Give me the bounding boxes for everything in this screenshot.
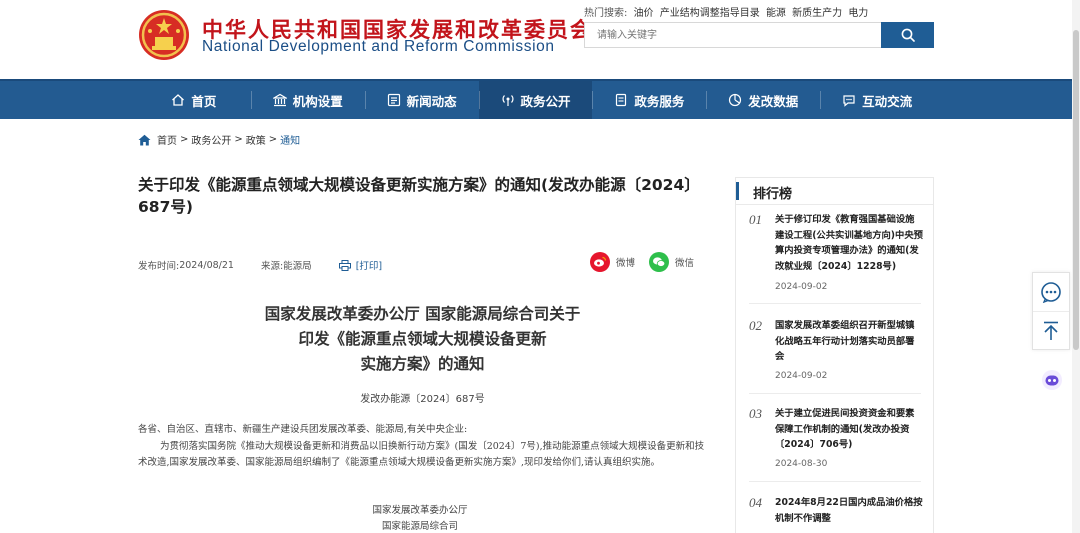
article-title: 关于印发《能源重点领域大规模设备更新实施方案》的通知(发改办能源〔2024〕68…	[138, 176, 700, 216]
nav-item-home[interactable]: 首页	[137, 81, 251, 119]
share-wechat-label: 微信	[675, 258, 695, 269]
site-header: 中华人民共和国国家发展和改革委员会 National Development a…	[0, 0, 1080, 79]
weibo-icon	[590, 252, 610, 272]
signature-ndrc: 国家发展改革委办公厅	[372, 505, 468, 516]
ranking-item-date: 2024-09-02	[775, 282, 828, 292]
ranking-number: 04	[749, 495, 762, 510]
ranking-panel: 排行榜 01 关于修订印发《教育强国基础设施建设工程(公共实训基地方向)中央预算…	[735, 177, 934, 533]
ranking-number: 02	[749, 318, 762, 333]
breadcrumb-separator: >	[234, 134, 243, 145]
recipients: 各省、自治区、直辖市、新疆生产建设兵团发展改革委、能源局,有关中央企业:	[138, 424, 468, 435]
signature-nea: 国家能源局综合司	[381, 521, 458, 532]
nav-item-label: 机构设置	[292, 93, 343, 109]
nav-item-label: 互动交流	[862, 93, 913, 109]
document-body: 各省、自治区、直辖市、新疆生产建设兵团发展改革委、能源局,有关中央企业: 为贯彻…	[138, 422, 710, 472]
nav-item-news[interactable]: 新闻动态	[364, 81, 479, 119]
nav-item-label: 首页	[191, 93, 217, 109]
hot-keyword[interactable]: 产业结构调整指导目录	[660, 8, 760, 19]
search-icon	[901, 28, 915, 42]
breadcrumb-current[interactable]: 通知	[280, 132, 300, 147]
national-emblem-icon[interactable]	[138, 9, 190, 61]
ranking-item-title[interactable]: 2024年8月22日国内成品油价格按机制不作调整	[775, 495, 923, 526]
document-icon	[616, 93, 627, 107]
article-meta: 发布时间: 2024/08/21 来源: 能源局 [打印]	[138, 258, 382, 272]
search-input[interactable]	[584, 22, 882, 48]
robot-assistant-icon[interactable]	[1041, 369, 1063, 391]
home-icon[interactable]	[138, 134, 151, 146]
printer-icon	[338, 259, 351, 271]
wechat-icon	[649, 252, 669, 272]
ranking-item-title[interactable]: 国家发展改革委组织召开新型城镇化战略五年行动计划落实动员部署会	[775, 318, 923, 365]
source-value: 能源局	[283, 261, 312, 272]
print-label: [打印]	[355, 261, 383, 272]
nav-item-government-affairs[interactable]: 政务公开	[478, 81, 593, 119]
ranking-item-title[interactable]: 关于建立促进民间投资资金和要素保障工作机制的通知(发改办投资〔2024〕706号…	[775, 406, 923, 453]
main-nav: 首页 机构设置 新闻动态 政务公开 政务服务 发改数据 互动交流	[0, 79, 1080, 119]
source-label: 来源:	[260, 261, 284, 272]
share-wechat-button[interactable]: 微信	[649, 252, 694, 272]
document-title-line: 国家发展改革委办公厅 国家能源局综合司关于	[264, 305, 581, 323]
nav-item-label: 政务服务	[634, 93, 685, 109]
breadcrumb-item[interactable]: 政务公开	[191, 132, 231, 147]
hot-keyword[interactable]: 电力	[848, 8, 868, 19]
breadcrumb: 首页 > 政务公开 > 政策 > 通知	[138, 132, 300, 147]
publish-date: 2024/08/21	[179, 259, 234, 271]
breadcrumb-separator: >	[180, 134, 189, 145]
nav-item-data[interactable]: 发改数据	[706, 81, 820, 119]
document-title: 国家发展改革委办公厅 国家能源局综合司关于 印发《能源重点领域大规模设备更新 实…	[140, 302, 705, 377]
breadcrumb-item[interactable]: 首页	[157, 132, 177, 147]
share-weibo-label: 微博	[616, 258, 636, 269]
floating-toolbar	[1032, 272, 1070, 350]
nav-item-services[interactable]: 政务服务	[592, 81, 706, 119]
broadcast-icon	[502, 95, 513, 106]
hot-keyword[interactable]: 油价	[634, 8, 654, 19]
publish-label: 发布时间:	[138, 261, 180, 272]
ranking-item-title[interactable]: 关于修订印发《教育强国基础设施建设工程(公共实训基地方向)中央预算内投资专项管理…	[775, 212, 923, 274]
ranking-item-date: 2024-08-30	[775, 459, 828, 469]
nav-item-organization[interactable]: 机构设置	[250, 81, 365, 119]
chat-icon	[843, 95, 855, 107]
search-button[interactable]	[881, 22, 934, 48]
nav-item-label: 发改数据	[748, 93, 799, 109]
scrollbar-thumb[interactable]	[1073, 30, 1079, 350]
chat-bubble-icon	[1041, 282, 1061, 303]
breadcrumb-separator: >	[268, 134, 278, 145]
breadcrumb-item[interactable]: 政策	[246, 132, 266, 147]
document-title-line: 实施方案》的通知	[360, 355, 485, 373]
body-paragraph: 为贯彻落实国务院《推动大规模设备更新和消费品以旧换新行动方案》(国发〔2024〕…	[138, 440, 705, 469]
building-icon	[272, 93, 287, 107]
site-name-en[interactable]: National Development and Reform Commissi…	[202, 38, 555, 56]
pie-chart-icon	[729, 93, 742, 107]
ranking-item-date: 2024-09-02	[775, 371, 828, 381]
print-button[interactable]: [打印]	[338, 258, 383, 272]
ranking-title: 排行榜	[753, 187, 793, 202]
ranking-number: 03	[749, 406, 762, 421]
chat-button[interactable]	[1033, 273, 1069, 311]
arrow-up-icon	[1044, 321, 1058, 340]
hot-keyword[interactable]: 新质生产力	[792, 8, 842, 19]
ranking-number: 01	[749, 212, 762, 227]
hot-search-label: 热门搜索:	[584, 8, 628, 19]
document-title-line: 印发《能源重点领域大规模设备更新	[298, 330, 547, 348]
page-scrollbar[interactable]	[1072, 0, 1080, 533]
share-weibo-button[interactable]: 微博	[590, 252, 635, 272]
hot-search: 热门搜索: 油价 产业结构调整指导目录 能源 新质生产力 电力	[584, 4, 871, 19]
nav-item-interaction[interactable]: 互动交流	[820, 81, 934, 119]
back-to-top-button[interactable]	[1033, 311, 1069, 349]
document-number: 发改办能源〔2024〕687号	[360, 394, 485, 405]
hot-keyword[interactable]: 能源	[766, 8, 786, 19]
nav-item-label: 新闻动态	[406, 93, 457, 109]
home-icon	[172, 94, 185, 106]
nav-item-label: 政务公开	[520, 93, 571, 109]
news-icon	[387, 93, 400, 107]
ranking-header: 排行榜	[736, 178, 933, 205]
